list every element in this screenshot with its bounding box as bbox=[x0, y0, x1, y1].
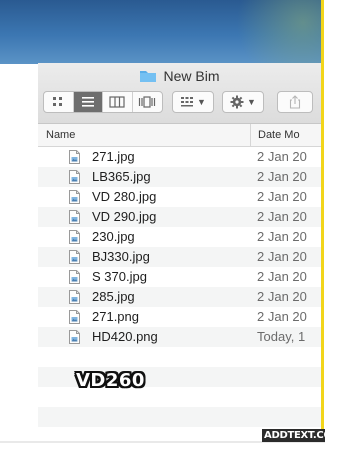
image-file-icon bbox=[69, 310, 80, 324]
image-file-icon bbox=[69, 290, 80, 304]
file-name: VD 290.jpg bbox=[92, 209, 157, 224]
action-button[interactable]: ▼ bbox=[222, 91, 264, 113]
screenshot-frame: New Bim ▼ ▼ Name Date Mo 271.jpg 2 Jan 2… bbox=[0, 0, 325, 443]
date-modified-column-header[interactable]: Date Mo bbox=[250, 124, 300, 146]
file-list: 271.jpg 2 Jan 20 LB365.jpg 2 Jan 20 VD 280.j… bbox=[38, 147, 321, 441]
file-row[interactable]: VD 290.jpg 2 Jan 20 bbox=[38, 207, 321, 227]
window-title: New Bim bbox=[38, 68, 321, 86]
image-file-icon bbox=[69, 190, 80, 204]
empty-row bbox=[38, 347, 321, 367]
file-name: S 370.jpg bbox=[92, 269, 147, 284]
image-file-icon bbox=[69, 270, 80, 284]
icon-view-button[interactable] bbox=[44, 92, 74, 112]
file-date-modified: 2 Jan 20 bbox=[257, 189, 307, 204]
cover-flow-view-icon bbox=[139, 96, 156, 108]
arrange-button[interactable]: ▼ bbox=[172, 91, 214, 113]
cover-flow-view-button[interactable] bbox=[133, 92, 162, 112]
share-button[interactable] bbox=[277, 91, 313, 113]
view-mode-segmented-control bbox=[43, 91, 163, 113]
image-file-icon bbox=[69, 230, 80, 244]
empty-row bbox=[38, 407, 321, 427]
folder-icon bbox=[140, 71, 157, 82]
file-date-modified: 2 Jan 20 bbox=[257, 209, 307, 224]
file-date-modified: 2 Jan 20 bbox=[257, 169, 307, 184]
column-view-icon bbox=[109, 96, 125, 108]
list-view-button[interactable] bbox=[73, 92, 103, 112]
gear-icon bbox=[230, 95, 244, 109]
file-name: 230.jpg bbox=[92, 229, 135, 244]
list-view-icon bbox=[81, 97, 94, 107]
image-file-icon bbox=[69, 150, 80, 164]
file-date-modified: 2 Jan 20 bbox=[257, 309, 307, 324]
file-date-modified: 2 Jan 20 bbox=[257, 229, 307, 244]
file-row[interactable]: 271.png 2 Jan 20 bbox=[38, 307, 321, 327]
file-date-modified: 2 Jan 20 bbox=[257, 269, 307, 284]
file-date-modified: 2 Jan 20 bbox=[257, 249, 307, 264]
share-icon bbox=[289, 95, 301, 109]
file-date-modified: 2 Jan 20 bbox=[257, 289, 307, 304]
chevron-down-icon: ▼ bbox=[247, 97, 256, 107]
file-date-modified: Today, 1 bbox=[257, 329, 306, 344]
name-column-header[interactable]: Name bbox=[46, 129, 75, 141]
file-name: BJ330.jpg bbox=[92, 249, 150, 264]
column-view-button[interactable] bbox=[103, 92, 133, 112]
window-titlebar: New Bim ▼ ▼ bbox=[38, 63, 321, 124]
grid-arrange-icon bbox=[181, 97, 194, 107]
image-file-icon bbox=[69, 170, 80, 184]
window-title-text: New Bim bbox=[163, 68, 220, 84]
file-name: 285.jpg bbox=[92, 289, 135, 304]
file-row[interactable]: 271.jpg 2 Jan 20 bbox=[38, 147, 321, 167]
file-row[interactable]: 285.jpg 2 Jan 20 bbox=[38, 287, 321, 307]
icon-view-icon bbox=[53, 97, 63, 106]
desktop-background bbox=[0, 0, 321, 64]
file-name: 271.jpg bbox=[92, 149, 135, 164]
image-file-icon bbox=[69, 330, 80, 344]
image-file-icon bbox=[69, 210, 80, 224]
file-name: VD 280.jpg bbox=[92, 189, 157, 204]
file-name: 271.png bbox=[92, 309, 139, 324]
chevron-down-icon: ▼ bbox=[197, 97, 206, 107]
column-header-row: Name Date Mo bbox=[38, 124, 321, 147]
file-date-modified: 2 Jan 20 bbox=[257, 149, 307, 164]
file-row[interactable]: S 370.jpg 2 Jan 20 bbox=[38, 267, 321, 287]
file-row[interactable]: VD 280.jpg 2 Jan 20 bbox=[38, 187, 321, 207]
watermark: ADDTEXT.COM bbox=[262, 429, 325, 442]
frame-right-border bbox=[321, 0, 324, 443]
file-row[interactable]: BJ330.jpg 2 Jan 20 bbox=[38, 247, 321, 267]
file-row[interactable]: LB365.jpg 2 Jan 20 bbox=[38, 167, 321, 187]
file-row[interactable]: HD420.png Today, 1 bbox=[38, 327, 321, 347]
overlay-caption: VD260 bbox=[76, 370, 145, 391]
file-name: HD420.png bbox=[92, 329, 158, 344]
image-file-icon bbox=[69, 250, 80, 264]
file-row[interactable]: 230.jpg 2 Jan 20 bbox=[38, 227, 321, 247]
file-name: LB365.jpg bbox=[92, 169, 151, 184]
